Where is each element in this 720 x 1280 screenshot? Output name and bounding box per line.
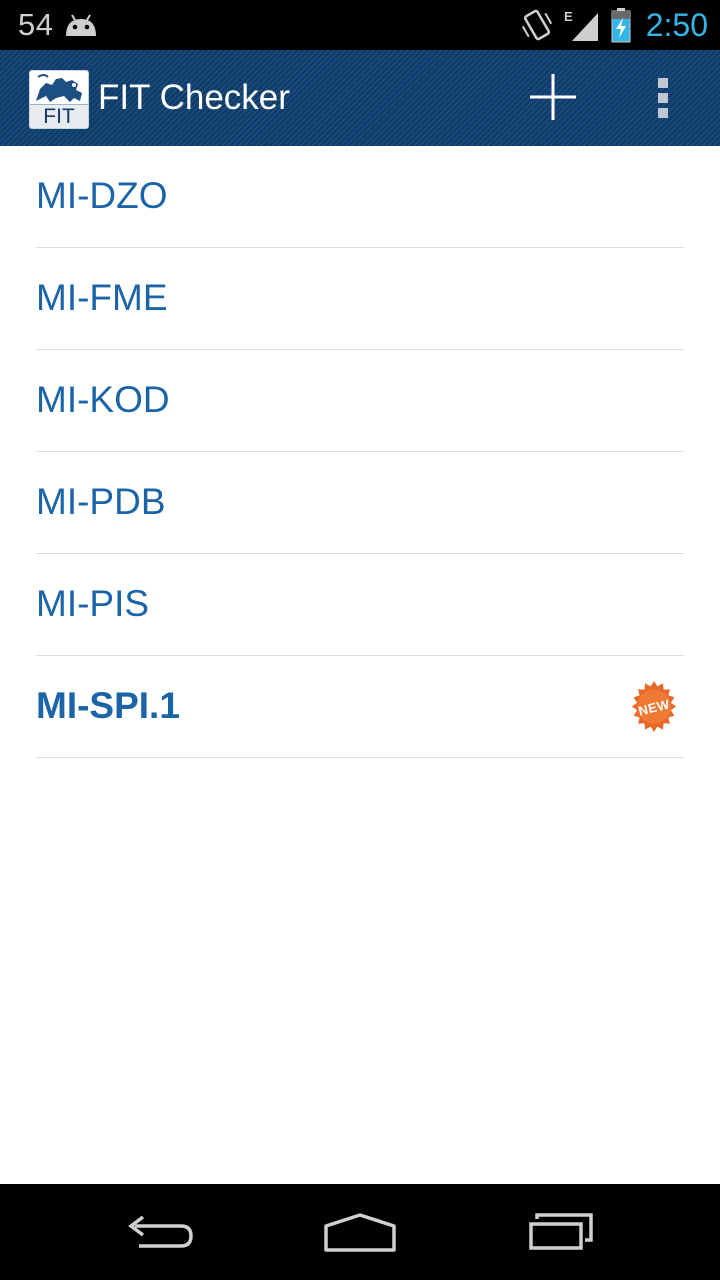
home-icon (322, 1212, 398, 1252)
back-icon (125, 1212, 195, 1252)
list-item[interactable]: MI-KOD (36, 350, 684, 452)
course-label: MI-KOD (36, 379, 170, 420)
list-item[interactable]: MI-SPI.1 NEW (36, 656, 684, 758)
navigation-bar (0, 1184, 720, 1280)
course-list: MI-DZO MI-FME MI-KOD MI-PDB MI-PIS MI-SP… (36, 146, 684, 758)
app-title: FIT Checker (98, 78, 290, 117)
battery-charging-icon (610, 7, 632, 43)
course-label: MI-PDB (36, 481, 166, 522)
notification-count: 54 (18, 7, 54, 42)
list-item[interactable]: MI-PIS (36, 554, 684, 656)
svg-text:E: E (564, 9, 573, 24)
status-bar: 54 E 2:50 (0, 0, 720, 50)
course-label: MI-PIS (36, 583, 150, 624)
signal-icon: E (564, 7, 600, 43)
add-button[interactable] (520, 64, 586, 130)
logo-label: FIT (30, 104, 88, 128)
clock: 2:50 (645, 6, 708, 43)
app-logo[interactable]: FIT (29, 70, 89, 129)
home-button[interactable] (312, 1202, 408, 1262)
lion-emblem-icon (30, 71, 88, 104)
course-label: MI-DZO (36, 175, 168, 216)
plus-icon (528, 72, 578, 122)
android-debug-icon (63, 12, 99, 38)
list-item[interactable]: MI-PDB (36, 452, 684, 554)
overflow-menu-button[interactable] (640, 68, 686, 128)
list-item[interactable]: MI-FME (36, 248, 684, 350)
list-item[interactable]: MI-DZO (36, 146, 684, 248)
recent-apps-button[interactable] (514, 1202, 610, 1262)
overflow-menu-icon (656, 76, 670, 120)
course-label: MI-SPI.1 (36, 685, 180, 726)
new-badge: NEW (628, 681, 680, 733)
vibrate-icon (520, 7, 554, 43)
action-bar: FIT FIT Checker (0, 50, 720, 146)
course-label: MI-FME (36, 277, 168, 318)
back-button[interactable] (112, 1202, 208, 1262)
recent-apps-icon (527, 1212, 597, 1252)
